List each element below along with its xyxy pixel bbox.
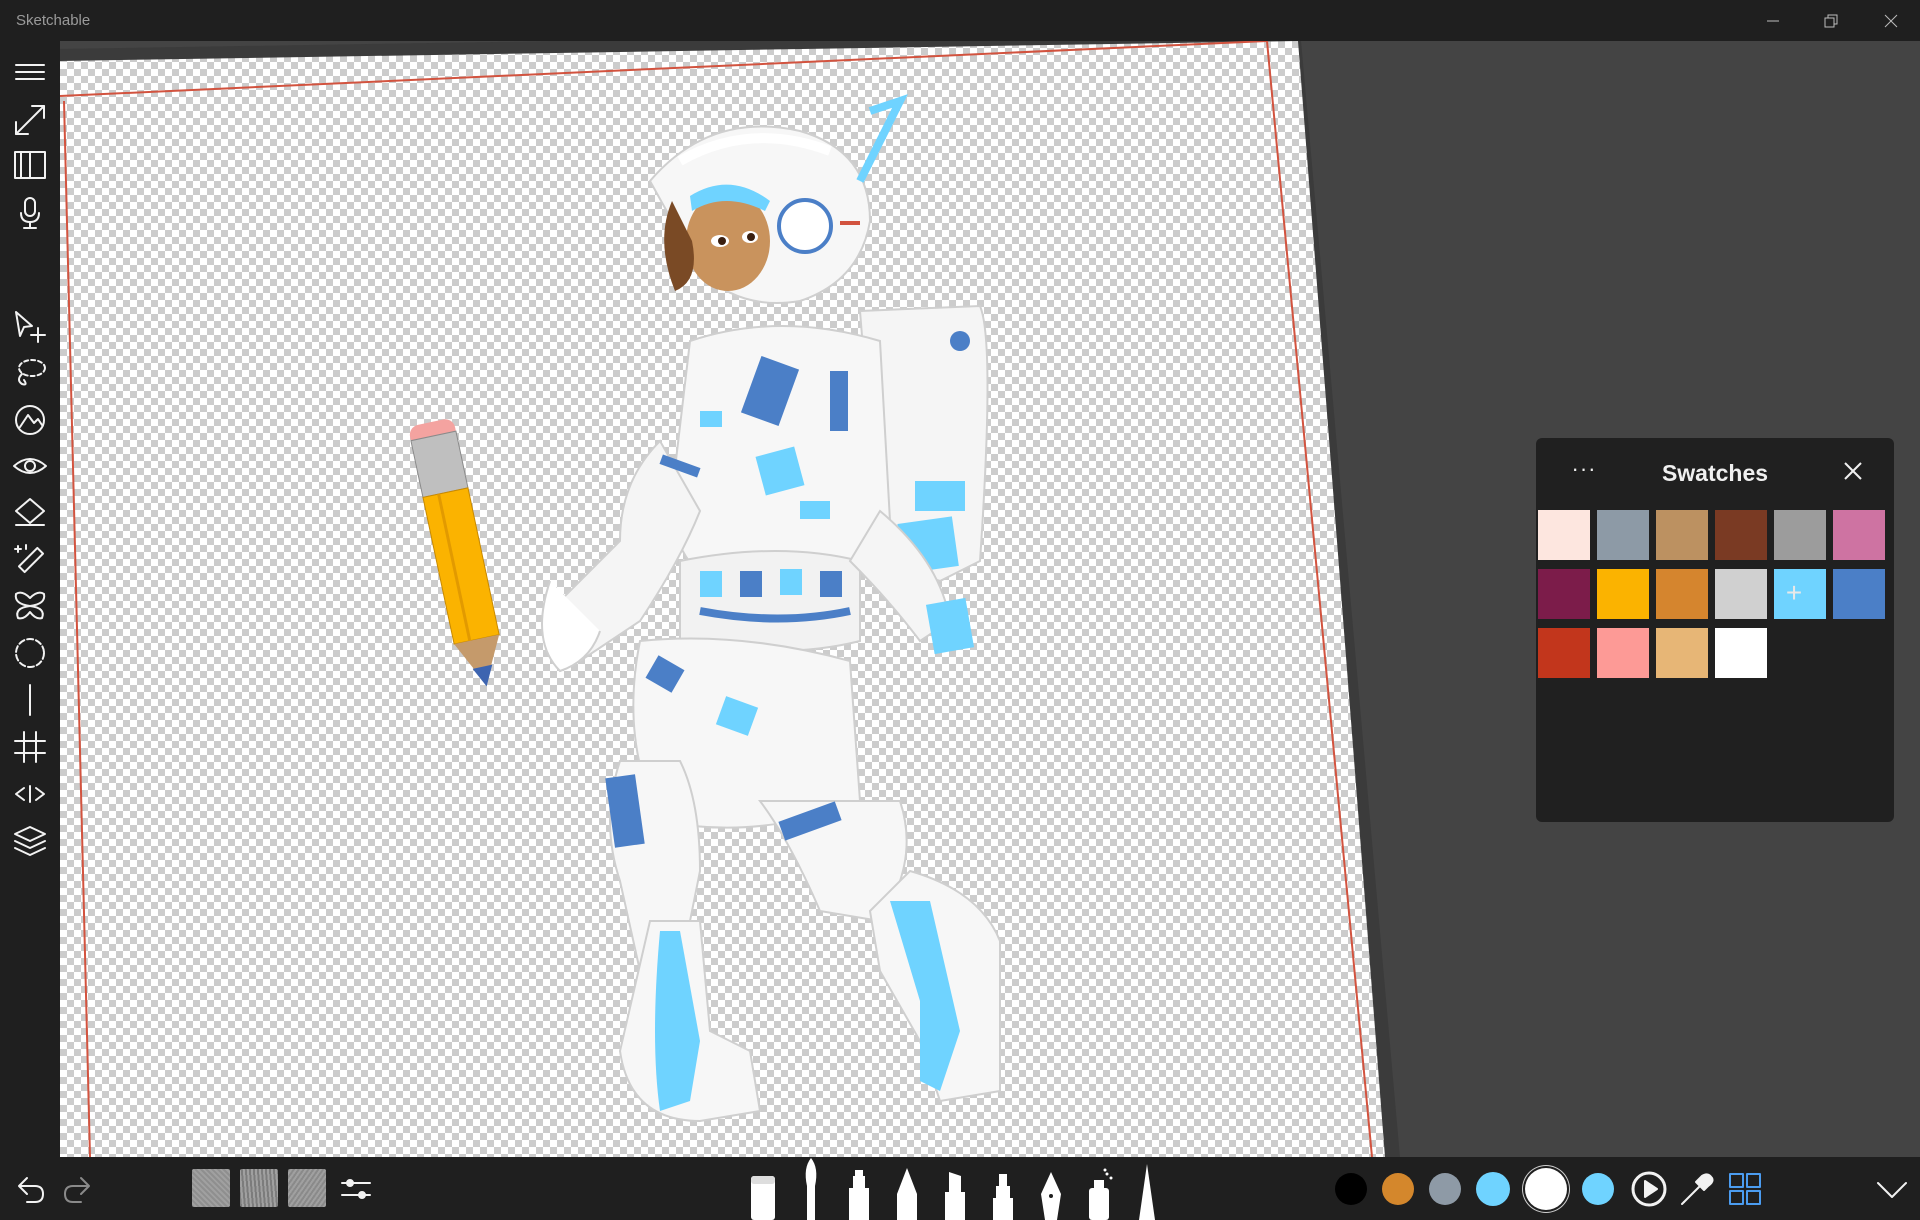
redo-button[interactable] [58,1169,98,1209]
pencil-brush[interactable] [889,1158,925,1220]
texture-1-button[interactable] [192,1169,230,1207]
journal-icon [14,151,46,179]
transform-select-icon [15,311,46,343]
swatch-13[interactable] [1538,628,1590,678]
swatch-10[interactable] [1715,569,1767,619]
title-bar: Sketchable [0,0,1920,41]
swatches-grid-icon [1729,1173,1761,1205]
close-panel-button[interactable] [1838,456,1868,486]
perspective-icon [15,785,45,803]
grid-icon [14,731,46,763]
symmetry-tool[interactable] [10,586,50,626]
paint-bucket-tool[interactable] [10,493,50,533]
ruler-icon [29,684,31,716]
eye-icon [13,458,47,474]
journal-button[interactable] [10,145,50,185]
color-slot-2[interactable] [1382,1172,1414,1205]
collapse-toolbar-button[interactable] [1872,1171,1912,1207]
app-title: Sketchable [16,12,91,29]
color-row [1335,1157,1615,1220]
perspective-tool[interactable] [10,774,50,814]
swatch-15[interactable] [1656,628,1708,678]
fullscreen-button[interactable] [10,100,50,140]
color-slot-3[interactable] [1429,1172,1461,1205]
eyedropper-button[interactable] [1676,1168,1718,1210]
redo-icon [64,1177,90,1203]
add-swatch-button[interactable]: + [1768,568,1820,618]
eyedropper-icon [1681,1173,1714,1205]
swatch-5[interactable] [1774,510,1826,560]
fill-shape-icon [15,405,45,435]
restore-button[interactable] [1802,0,1860,41]
swatch-7[interactable] [1538,569,1590,619]
chalk-brush[interactable] [985,1158,1021,1220]
color-slot-5[interactable] [1525,1167,1567,1210]
chevron-down-icon [1877,1182,1907,1198]
brush-row [745,1157,1165,1220]
minimize-button[interactable] [1744,0,1802,41]
layers-button[interactable] [10,821,50,861]
voice-button[interactable] [10,193,50,233]
bottom-toolbar [0,1157,1920,1220]
fullscreen-icon [15,105,45,135]
swatch-12[interactable] [1833,569,1885,619]
ruler-tool[interactable] [10,680,50,720]
color-slot-4[interactable] [1476,1171,1510,1206]
layers-icon [14,826,46,856]
color-slot-1[interactable] [1335,1172,1367,1205]
magic-wand-icon [14,544,45,574]
color-slot-6[interactable] [1582,1172,1614,1205]
restore-icon [1824,14,1838,27]
lasso-select-icon [18,359,46,386]
undo-icon [18,1177,44,1203]
swatches-panel: ··· Swatches + [1536,438,1894,822]
eraser-brush[interactable] [745,1158,781,1220]
fine-tip-brush[interactable] [1129,1158,1165,1220]
menu-button[interactable] [10,53,50,93]
swatch-9[interactable] [1656,569,1708,619]
swatch-4[interactable] [1715,510,1767,560]
swatch-6[interactable] [1833,510,1885,560]
marker-brush[interactable] [841,1158,877,1220]
symmetry-icon [14,591,46,620]
lasso-select-tool[interactable] [10,352,50,392]
paintbrush-brush[interactable] [793,1158,829,1220]
close-icon [1844,462,1862,480]
swatch-16[interactable] [1715,628,1767,678]
grid-tool[interactable] [10,727,50,767]
circle-guide-tool[interactable] [10,633,50,673]
magic-wand-tool[interactable] [10,540,50,580]
color-wheel-button[interactable] [1628,1168,1670,1210]
undo-button[interactable] [10,1169,50,1209]
swatch-14[interactable] [1597,628,1649,678]
texture-2-button[interactable] [240,1169,278,1207]
brush-settings-button[interactable] [336,1169,376,1209]
menu-icon [15,64,45,80]
fountain-pen-brush[interactable] [1033,1158,1069,1220]
transform-select-tool[interactable] [10,306,50,346]
texture-3-button[interactable] [288,1169,326,1207]
paint-bucket-icon [15,498,45,526]
highlighter-brush[interactable] [937,1158,973,1220]
microphone-icon [20,197,40,229]
play-circle-icon [1631,1171,1667,1207]
minimize-icon [1767,20,1779,21]
swatch-2[interactable] [1597,510,1649,560]
circle-guide-icon [15,638,45,668]
close-window-button[interactable] [1862,0,1920,41]
close-icon [1884,14,1898,27]
fill-shape-tool[interactable] [10,399,50,439]
visibility-tool[interactable] [10,446,50,486]
sliders-icon [341,1179,371,1199]
swatches-button[interactable] [1724,1168,1766,1210]
left-toolbar [0,41,60,1220]
swatch-8[interactable] [1597,569,1649,619]
swatch-1[interactable] [1538,510,1590,560]
spray-can-brush[interactable] [1081,1158,1117,1220]
swatch-3[interactable] [1656,510,1708,560]
